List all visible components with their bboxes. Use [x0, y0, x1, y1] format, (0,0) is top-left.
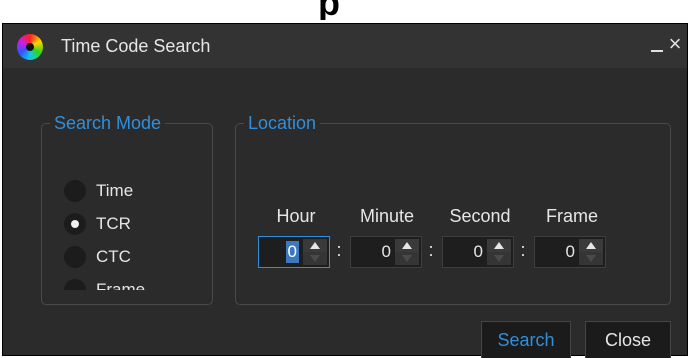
hour-value-field[interactable]: 0	[259, 237, 299, 267]
minute-value[interactable]: 0	[351, 237, 391, 267]
minute-spinner[interactable]: 0	[350, 236, 422, 268]
second-label: Second	[449, 206, 511, 226]
radio-option-time[interactable]: Time	[64, 174, 204, 207]
increment-arrow-icon[interactable]	[303, 239, 327, 252]
window-title: Time Code Search	[61, 36, 211, 56]
decrement-arrow-icon[interactable]	[579, 252, 603, 265]
increment-arrow-icon[interactable]	[579, 239, 603, 252]
decrement-arrow-icon[interactable]	[395, 252, 419, 265]
color-wheel-icon	[17, 34, 43, 60]
title-bar[interactable]: Time Code Search ×	[3, 24, 687, 68]
hour-label: Hour	[276, 206, 316, 226]
decrement-arrow-icon[interactable]	[303, 252, 327, 265]
radio-option-tcr[interactable]: TCR	[64, 207, 204, 240]
radio-option-frame[interactable]: Frame	[64, 273, 204, 290]
time-code-search-dialog: Time Code Search × Search Mode Time TCR	[2, 23, 688, 358]
search-mode-legend: Search Mode	[54, 113, 162, 133]
radio-label: TCR	[96, 213, 131, 233]
search-mode-group: Search Mode Time TCR CTC Frame	[41, 113, 213, 305]
radio-label: CTC	[96, 246, 131, 266]
increment-arrow-icon[interactable]	[395, 239, 419, 252]
search-mode-options: Time TCR CTC Frame	[64, 174, 204, 290]
frame-label: Frame	[545, 206, 598, 226]
increment-arrow-icon[interactable]	[487, 239, 511, 252]
minimize-button[interactable]	[649, 34, 665, 56]
minute-label: Minute	[359, 206, 415, 226]
close-button[interactable]: Close	[585, 321, 671, 358]
close-window-button[interactable]: ×	[665, 31, 685, 57]
second-spinner[interactable]: 0	[442, 236, 514, 268]
location-group: Location Hour Minute Second Frame 0 : 0 …	[235, 113, 671, 305]
location-legend: Location	[248, 113, 317, 133]
hour-value: 0	[285, 241, 299, 263]
hour-spinner[interactable]: 0	[258, 236, 330, 268]
radio-button[interactable]	[64, 245, 86, 268]
radio-label: Time	[96, 180, 134, 200]
decrement-arrow-icon[interactable]	[487, 252, 511, 265]
separator: :	[336, 240, 342, 260]
screen: p Time Code Search × Search Mode Time	[0, 0, 690, 358]
radio-button[interactable]	[64, 179, 86, 202]
radio-label: Frame	[96, 279, 146, 291]
separator: :	[520, 240, 526, 260]
radio-button-selected[interactable]	[64, 212, 86, 235]
dialog-body: Search Mode Time TCR CTC Frame Location …	[3, 68, 687, 358]
separator: :	[428, 240, 434, 260]
frame-value[interactable]: 0	[535, 237, 575, 267]
minimize-icon	[651, 50, 663, 52]
background-glyph: p	[318, 0, 348, 20]
search-button[interactable]: Search	[481, 321, 571, 358]
second-value[interactable]: 0	[443, 237, 483, 267]
radio-option-ctc[interactable]: CTC	[64, 240, 204, 273]
frame-spinner[interactable]: 0	[534, 236, 606, 268]
radio-button[interactable]	[64, 278, 86, 290]
